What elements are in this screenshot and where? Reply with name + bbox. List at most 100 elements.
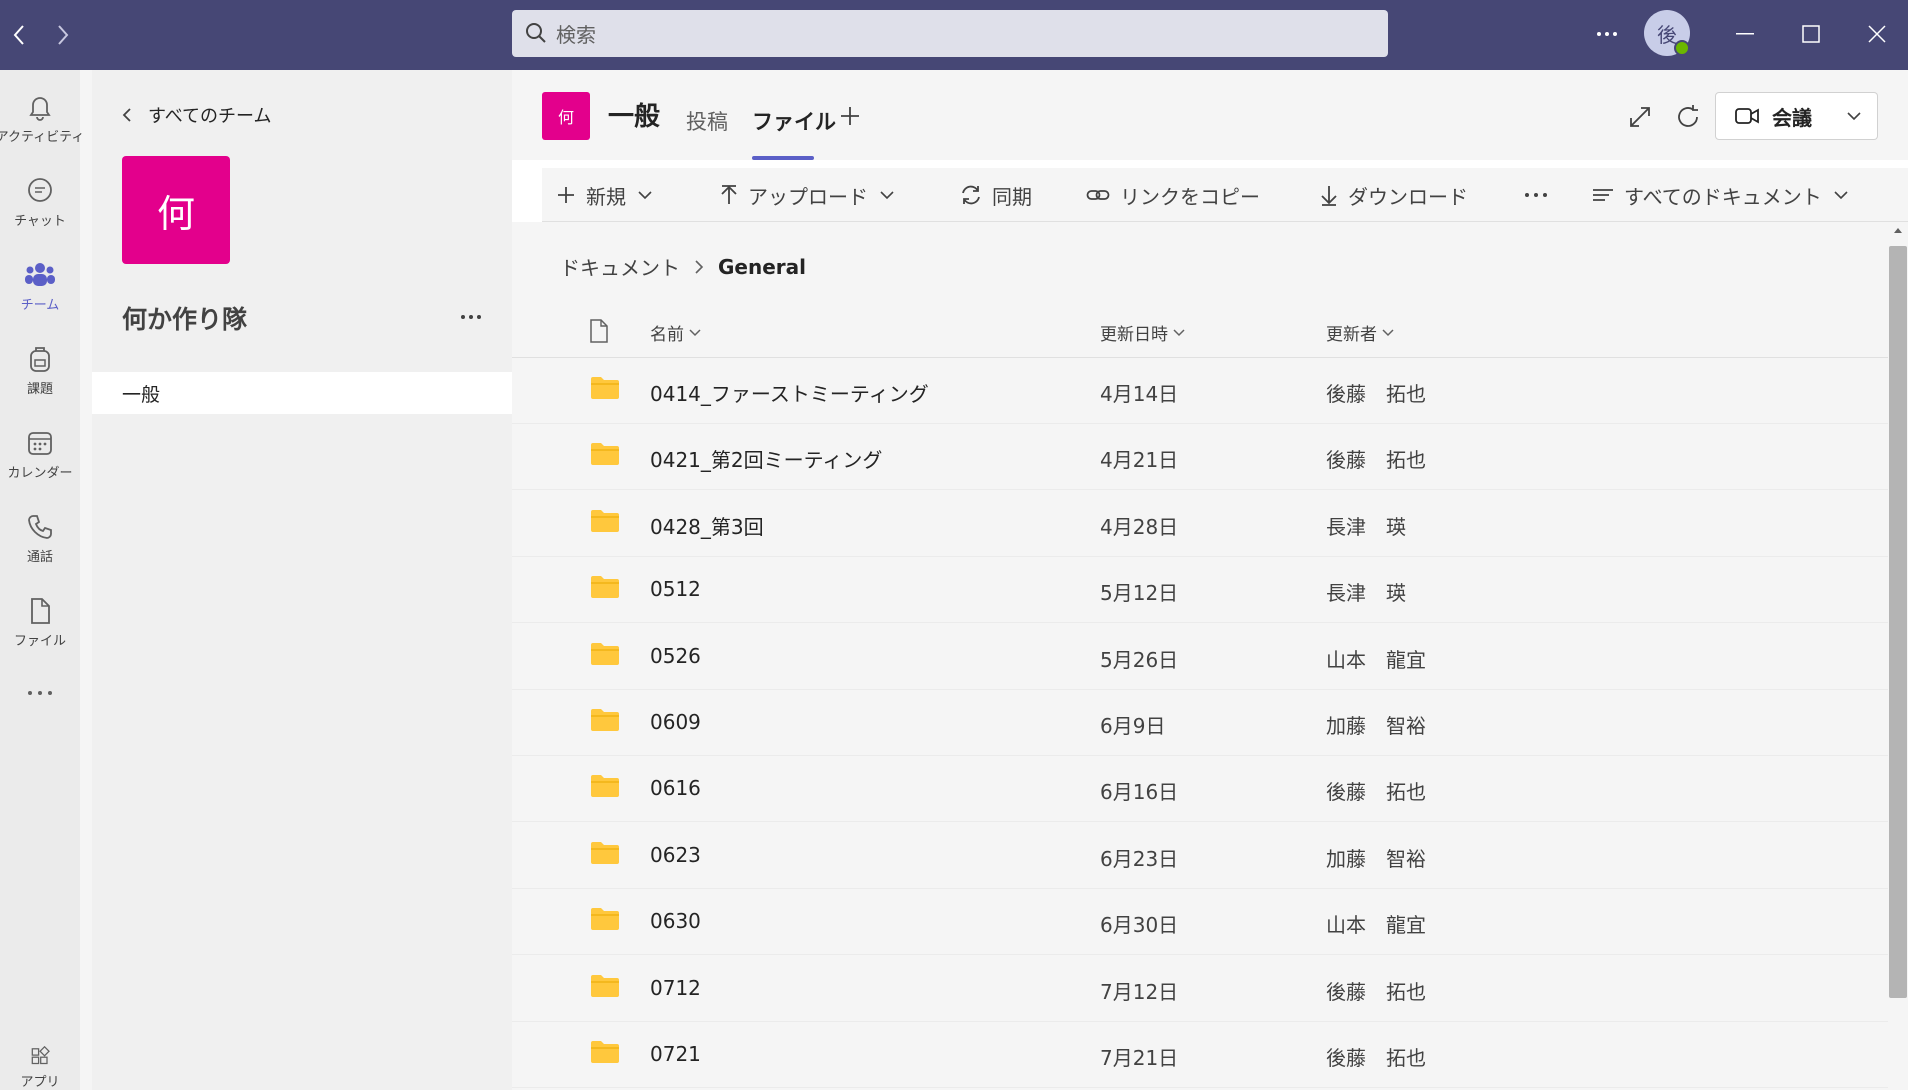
table-row[interactable]: 0712 7月12日 後藤 拓也 (512, 956, 1888, 1022)
maximize-icon[interactable] (1791, 16, 1831, 52)
table-row[interactable]: 0526 5月26日 山本 龍宜 (512, 624, 1888, 690)
modified-by: 後藤 拓也 (1326, 979, 1426, 1004)
file-name[interactable]: 0721 (650, 1042, 701, 1066)
command-more-icon[interactable] (1524, 168, 1558, 222)
breadcrumb-documents[interactable]: ドキュメント (560, 252, 680, 281)
search-icon (524, 21, 548, 50)
close-icon[interactable] (1857, 16, 1897, 52)
scrollbar-thumb[interactable] (1889, 246, 1907, 998)
presence-available-icon (1674, 40, 1690, 56)
column-header-modified[interactable]: 更新日時 (1100, 320, 1185, 345)
more-options-icon[interactable] (1592, 22, 1622, 46)
apps-icon (31, 1046, 50, 1065)
rail-item-teams[interactable]: チーム (0, 246, 80, 324)
download-arrow-icon (1321, 186, 1337, 206)
view-selector[interactable]: すべてのドキュメント (1592, 168, 1848, 222)
file-name[interactable]: 0712 (650, 976, 701, 1000)
new-button[interactable]: 新規 (556, 168, 652, 222)
rail-label: アクティビティ (0, 130, 85, 145)
folder-icon (590, 442, 620, 470)
rail-item-activity[interactable]: アクティビティ (0, 78, 84, 156)
modified-date: 7月21日 (1100, 1046, 1179, 1070)
command-bar: 新規 アップロード 同期 リンクをコピー ダウンロード すべてのドキュメント (542, 168, 1908, 222)
copy-link-button[interactable]: リンクをコピー (1086, 168, 1260, 222)
all-teams-link[interactable]: すべてのチーム (122, 100, 271, 130)
modified-date: 5月12日 (1100, 581, 1179, 606)
rail-item-calls[interactable]: 通話 (0, 498, 80, 576)
channel-title: 一般 (608, 102, 661, 132)
tab-posts[interactable]: 投稿 (686, 106, 728, 136)
table-row[interactable]: 0616 6月16日 後藤 拓也 (512, 756, 1888, 823)
rail-item-files[interactable]: ファイル (0, 582, 80, 660)
download-button[interactable]: ダウンロード (1320, 168, 1468, 222)
expand-icon[interactable] (1623, 100, 1657, 134)
vertical-scrollbar[interactable] (1888, 222, 1908, 1090)
sync-button[interactable]: 同期 (960, 168, 1032, 222)
upload-arrow-icon (721, 185, 737, 204)
chevron-left-icon (122, 108, 131, 122)
file-name[interactable]: 0623 (650, 843, 701, 867)
rail-label: 課題 (26, 382, 53, 397)
column-header-modified-by[interactable]: 更新者 (1326, 320, 1394, 345)
table-row[interactable]: 0721 7月21日 後藤 拓也 (512, 1022, 1888, 1088)
plus-icon (558, 187, 574, 203)
calendar-icon (28, 432, 52, 455)
backpack-icon (30, 347, 50, 372)
rail-item-chat[interactable]: チャット (0, 162, 80, 240)
modified-date: 6月30日 (1100, 913, 1179, 938)
modified-by: 長津 瑛 (1326, 514, 1406, 539)
folder-icon (590, 974, 620, 1002)
modified-date: 4月28日 (1100, 514, 1179, 539)
table-row[interactable]: 0428_第3回 4月28日 長津 瑛 (512, 491, 1888, 557)
modified-by: 山本 龍宜 (1326, 647, 1426, 672)
table-row[interactable]: 0512 5月12日 長津 瑛 (512, 557, 1888, 624)
file-name[interactable]: 0414_ファーストミーティング (650, 378, 929, 407)
refresh-icon[interactable] (1671, 100, 1705, 134)
forward-arrow-icon[interactable] (46, 18, 80, 52)
file-name[interactable]: 0421_第2回ミーティング (650, 444, 882, 473)
team-panel: すべてのチーム 何 何か作り隊 一般 (92, 70, 512, 1090)
upload-button[interactable]: アップロード (720, 168, 894, 222)
scroll-up-arrow-icon[interactable] (1893, 226, 1903, 234)
modified-by: 加藤 智裕 (1326, 846, 1426, 871)
tab-files[interactable]: ファイル (752, 106, 836, 136)
rail-item-calendar[interactable]: カレンダー (0, 414, 80, 492)
rail-label: アプリ (20, 1075, 60, 1090)
channel-item-general[interactable]: 一般 (92, 372, 512, 414)
meet-dropdown-chevron-icon[interactable] (1830, 92, 1878, 140)
rail-more-icon[interactable] (0, 676, 80, 726)
search-placeholder: 検索 (556, 23, 596, 47)
column-header-name[interactable]: 名前 (650, 320, 701, 345)
main-area: 何 一般 投稿 ファイル 会議 新規 アップロード 同期 リンクをコピー ダウン… (512, 70, 1908, 1090)
minimize-icon[interactable] (1725, 16, 1765, 52)
table-row[interactable]: 0623 6月23日 加藤 智裕 (512, 823, 1888, 889)
table-row[interactable]: 0421_第2回ミーティング 4月21日 後藤 拓也 (512, 424, 1888, 491)
modified-by: 後藤 拓也 (1326, 382, 1426, 406)
active-tab-indicator (752, 156, 814, 160)
file-name[interactable]: 0428_第3回 (650, 511, 764, 540)
table-row[interactable]: 0414_ファーストミーティング 4月14日 後藤 拓也 (512, 358, 1888, 424)
file-name[interactable]: 0512 (650, 577, 701, 601)
add-tab-icon[interactable] (834, 100, 866, 132)
folder-icon (590, 1040, 620, 1068)
rail-item-apps[interactable]: アプリ (0, 1036, 80, 1090)
folder-icon (590, 708, 620, 736)
file-name[interactable]: 0609 (650, 710, 701, 734)
chevron-down-icon (1173, 328, 1185, 336)
table-row[interactable]: 0609 6月9日 加藤 智裕 (512, 690, 1888, 756)
team-more-icon[interactable] (456, 302, 486, 332)
file-name[interactable]: 0526 (650, 644, 701, 668)
file-name[interactable]: 0630 (650, 909, 701, 933)
folder-icon (590, 841, 620, 869)
file-name[interactable]: 0616 (650, 776, 701, 800)
column-name-label: 名前 (650, 325, 684, 345)
search-input[interactable]: 検索 (512, 10, 1388, 57)
team-name: 何か作り隊 (122, 305, 248, 334)
back-arrow-icon[interactable] (2, 18, 36, 52)
chevron-down-icon (1382, 328, 1394, 336)
rail-label: 通話 (26, 550, 53, 565)
table-row[interactable]: 0630 6月30日 山本 龍宜 (512, 889, 1888, 956)
rail-item-assignments[interactable]: 課題 (0, 330, 80, 408)
meet-button[interactable]: 会議 (1715, 92, 1831, 140)
view-label: すべてのドキュメント (1624, 184, 1822, 209)
